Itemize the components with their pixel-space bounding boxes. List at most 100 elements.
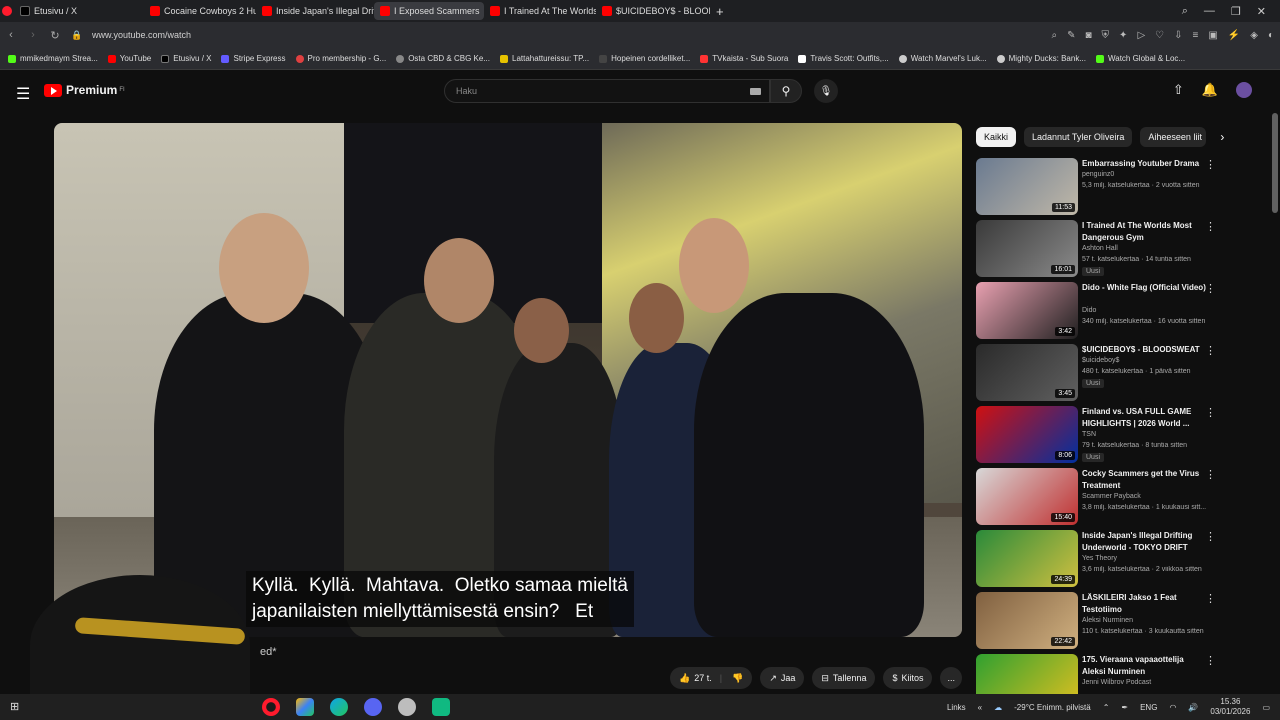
video-title[interactable]: Inside Japan's Illegal Drifting Underwor… [1082,530,1207,554]
forward-icon[interactable]: › [22,29,44,41]
channel-name[interactable]: Dido [1082,307,1096,314]
notification-icon[interactable]: ▭ [1262,703,1270,712]
thanks-button[interactable]: $ Kiitos [883,667,933,689]
chevron-right-icon[interactable]: › [1220,130,1224,144]
back-icon[interactable]: ‹ [0,29,22,41]
video-thumbnail[interactable]: 8:06 [976,406,1078,463]
wallet-icon[interactable]: ▣ [1208,30,1217,41]
channel-name[interactable]: Jenni Wilbrov Podcast [1082,679,1151,686]
links-label[interactable]: Links [947,703,966,712]
generic-app-icon[interactable] [398,698,416,716]
more-vertical-icon[interactable]: ⋮ [1205,468,1216,481]
chip-all[interactable]: Kaikki [976,127,1017,147]
bookmark-item[interactable]: YouTube [107,54,151,63]
tray-up-icon[interactable]: ⌃ [1103,703,1110,712]
channel-name[interactable]: Aleksi Nurminen [1082,617,1133,624]
edge-app-icon[interactable] [330,698,348,716]
shield-icon[interactable]: ⛨ [1102,30,1110,41]
youtube-premium-logo[interactable]: Premium FI [44,83,125,97]
recommendation-item[interactable]: 8:06 Finland vs. USA FULL GAME HIGHLIGHTS… [976,404,1220,466]
search-button[interactable]: ⚲ [770,79,802,103]
voice-search-button[interactable]: 🎙 [814,79,838,103]
bookmark-item[interactable]: Watch Global & Loc... [1095,54,1185,63]
windows-start-icon[interactable]: ⊞ [10,700,19,713]
recommendation-item[interactable]: 3:42 Dido - White Flag (Official Video) Di… [976,280,1220,342]
chip-channel[interactable]: Ladannut Tyler Oliveira [1024,127,1133,147]
video-title[interactable]: Finland vs. USA FULL GAME HIGHLIGHTS | 2… [1082,406,1207,430]
app-green-icon[interactable] [432,698,450,716]
video-title[interactable]: I Trained At The Worlds Most Dangerous G… [1082,220,1207,244]
like-button[interactable]: 👍 27 t. | 👎 [670,667,753,689]
discord-app-icon[interactable] [364,698,382,716]
extension-icon[interactable]: ✦ [1119,30,1127,41]
bookmark-item[interactable]: Pro membership - G... [295,54,386,63]
edit-icon[interactable]: ✎ [1067,30,1075,41]
lens-icon[interactable]: ⌕ [1052,30,1058,41]
more-vertical-icon[interactable]: ⋮ [1205,282,1216,295]
opera-app-icon[interactable] [262,698,280,716]
hamburger-menu-icon[interactable]: ☰ [16,84,30,104]
restore-icon[interactable]: ❐ [1231,5,1241,18]
recommendation-item[interactable]: 15:40 Cocky Scammers get the Virus Treatm… [976,466,1220,528]
box-icon[interactable]: ◈ [1250,30,1258,41]
video-title[interactable]: Cocky Scammers get the Virus Treatment [1082,468,1207,492]
reload-icon[interactable]: ↻ [44,29,66,42]
save-button[interactable]: ⊟ Tallenna [812,667,876,689]
video-thumbnail[interactable]: 15:40 [976,468,1078,525]
channel-name[interactable]: Ashton Hall [1082,245,1118,252]
more-vertical-icon[interactable]: ⋮ [1205,592,1216,605]
new-tab-button[interactable]: + [710,2,730,20]
url-field[interactable]: www.youtube.com/watch [92,30,191,40]
bookmark-item[interactable]: Mighty Ducks: Bank... [996,54,1086,63]
aria-icon[interactable]: ◐ [1268,30,1274,41]
menu-icon[interactable]: ≡ [1193,30,1199,41]
tab-2[interactable]: Inside Japan's Illegal Drift [256,2,374,20]
chip-related[interactable]: Aiheeseen liit [1140,127,1207,147]
video-title[interactable]: $UICIDEBOY$ - BLOODSWEAT [1082,344,1207,356]
video-thumbnail[interactable]: 3:42 [976,282,1078,339]
more-vertical-icon[interactable]: ⋮ [1205,158,1216,171]
thumbs-down-icon[interactable]: 👎 [732,673,743,684]
pen-icon[interactable]: ✒ [1121,703,1128,712]
video-thumbnail[interactable]: 24:39 [976,530,1078,587]
video-thumbnail[interactable]: 3:45 [976,344,1078,401]
video-player[interactable] [54,123,962,637]
page-scrollbar[interactable] [1272,113,1278,213]
channel-name[interactable]: Scammer Payback [1082,493,1141,500]
recommendation-item[interactable]: 3:45 $UICIDEBOY$ - BLOODSWEAT $uicideboy$ 4… [976,342,1220,404]
camera-icon[interactable]: ◙ [1086,30,1092,41]
video-title[interactable]: LÄSKILEIRI Jakso 1 Feat Testotiimo [1082,592,1207,616]
recommendation-item[interactable]: 22:42 LÄSKILEIRI Jakso 1 Feat Testotiimo A… [976,590,1220,652]
weather-text[interactable]: -29°C Enimm. pilvistä [1014,703,1091,712]
bookmark-item[interactable]: Etusivu / X [161,54,211,63]
tab-5[interactable]: $UICIDEBOY$ - BLOODSW [596,2,710,20]
bookmark-item[interactable]: Stripe Express [221,54,286,63]
play-icon[interactable]: ▷ [1137,30,1145,41]
volume-icon[interactable]: 🔊 [1188,703,1198,712]
upload-icon[interactable]: ⇧ [1173,82,1184,98]
minimize-icon[interactable]: — [1204,5,1215,17]
video-thumbnail[interactable]: 16:01 [976,220,1078,277]
ai-icon[interactable]: ⚡ [1228,30,1240,41]
download-icon[interactable]: ⇩ [1174,30,1182,41]
chevron-icon[interactable]: « [978,703,982,712]
keyboard-icon[interactable] [750,88,761,95]
tab-1[interactable]: Cocaine Cowboys 2 Hustl [144,2,256,20]
more-vertical-icon[interactable]: ⋮ [1205,220,1216,233]
channel-name[interactable]: TSN [1082,431,1096,438]
tab-4[interactable]: I Trained At The Worlds M [484,2,596,20]
share-button[interactable]: ↗ Jaa [760,667,805,689]
bookmark-item[interactable]: Hopeinen cordelliket... [599,54,690,63]
video-thumbnail[interactable]: 11:53 [976,158,1078,215]
bookmark-item[interactable]: mmikedmaym Strea... [8,54,98,63]
wifi-icon[interactable]: ◠ [1169,703,1176,712]
clock[interactable]: 15.36 03/01/2026 [1210,697,1250,717]
tab-0[interactable]: Etusivu / X [14,2,144,20]
recommendation-item[interactable]: 16:01 I Trained At The Worlds Most Danger… [976,218,1220,280]
tab-3-active[interactable]: I Exposed Scammers [374,2,484,20]
video-title[interactable]: Dido - White Flag (Official Video) [1082,282,1207,294]
video-title[interactable]: 175. Vieraana vapaaottelija Aleksi Nurmi… [1082,654,1207,678]
bookmark-item[interactable]: Lattahattureissu: TP... [500,54,589,63]
search-input[interactable]: Haku [444,79,770,103]
lang-label[interactable]: ENG [1140,703,1157,712]
